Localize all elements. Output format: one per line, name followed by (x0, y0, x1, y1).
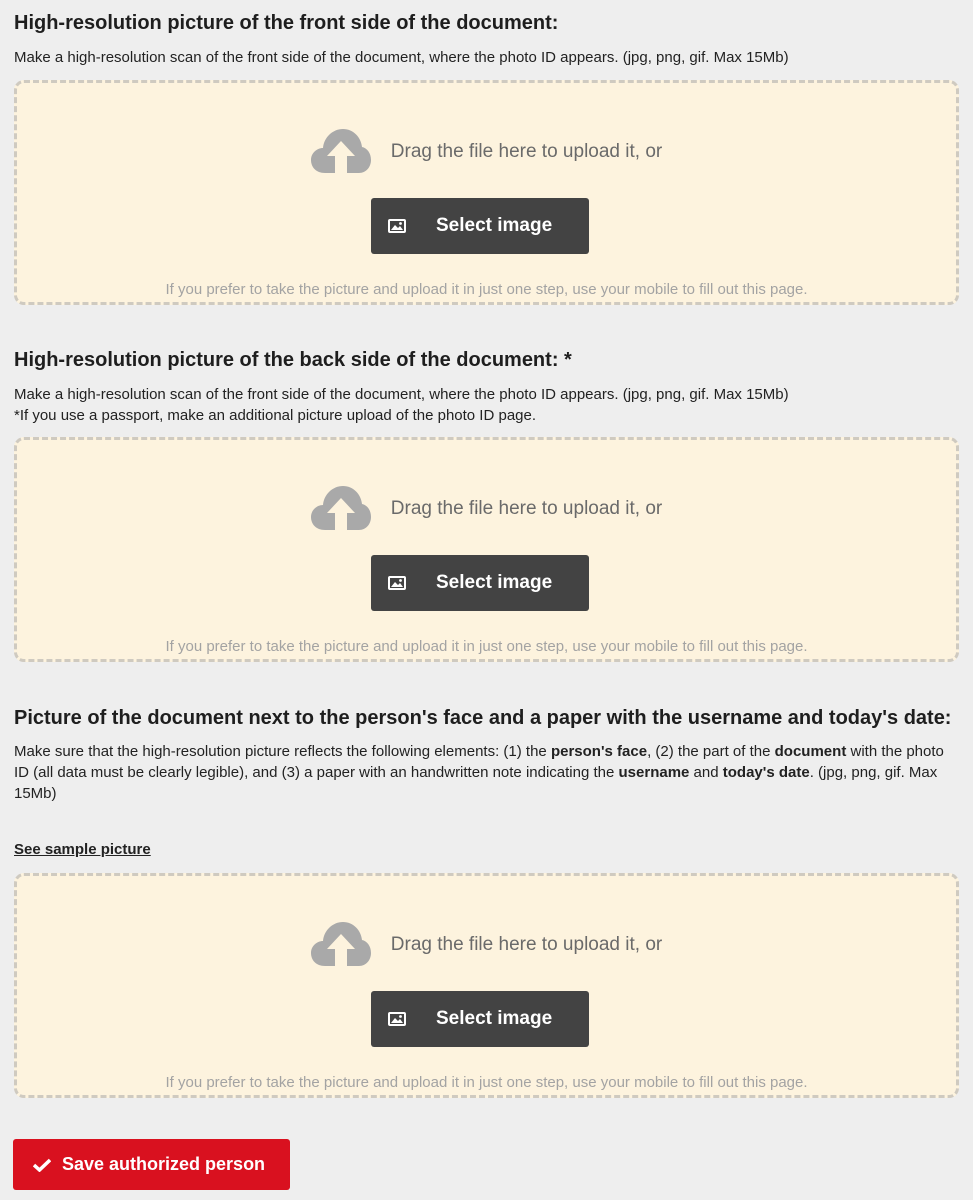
image-icon (388, 219, 406, 233)
cloud-upload-icon (310, 129, 371, 173)
mobile-hint: If you prefer to take the picture and up… (165, 281, 808, 298)
cloud-upload-icon (310, 922, 371, 966)
back-side-description: Make a high-resolution scan of the front… (14, 386, 789, 403)
dropzone-prompt: Drag the file here to upload it, or (17, 127, 956, 177)
mobile-hint: If you prefer to take the picture and up… (165, 638, 808, 655)
back-side-section: High-resolution picture of the back side… (14, 348, 959, 426)
front-side-section: High-resolution picture of the front sid… (14, 11, 959, 68)
face-document-description: Make sure that the high-resolution pictu… (14, 741, 959, 804)
front-side-dropzone[interactable]: Drag the file here to upload it, or Sele… (14, 80, 959, 305)
cloud-upload-icon (310, 486, 371, 530)
description-emphasis: person's face (550, 743, 648, 760)
front-side-title: High-resolution picture of the front sid… (14, 12, 559, 34)
check-icon (33, 1158, 51, 1172)
drag-text: Drag the file here to upload it, or (390, 934, 663, 955)
select-image-label: Select image (436, 215, 553, 236)
description-text: and (689, 764, 723, 781)
dropzone-prompt: Drag the file here to upload it, or (17, 920, 956, 970)
drag-text: Drag the file here to upload it, or (390, 141, 663, 162)
select-image-button[interactable]: Select image (371, 555, 589, 611)
select-image-label: Select image (436, 1008, 553, 1029)
see-sample-picture-link[interactable]: See sample picture (14, 841, 151, 858)
back-side-title: High-resolution picture of the back side… (14, 349, 572, 371)
description-emphasis: username (618, 764, 690, 781)
face-document-dropzone[interactable]: Drag the file here to upload it, or Sele… (14, 873, 959, 1098)
front-side-description: Make a high-resolution scan of the front… (14, 49, 789, 66)
face-document-title: Picture of the document next to the pers… (14, 707, 952, 729)
upload-documents-page: High-resolution picture of the front sid… (0, 0, 973, 1200)
save-label: Save authorized person (62, 1154, 266, 1174)
back-side-dropzone[interactable]: Drag the file here to upload it, or Sele… (14, 437, 959, 662)
select-image-label: Select image (436, 572, 553, 593)
drag-text: Drag the file here to upload it, or (390, 498, 663, 519)
description-text: , (2) the part of the (647, 743, 775, 760)
passport-note: *If you use a passport, make an addition… (14, 407, 537, 424)
image-icon (388, 576, 406, 590)
description-text: Make sure that the high-resolution pictu… (14, 743, 551, 760)
face-document-section: Picture of the document next to the pers… (14, 706, 959, 804)
dropzone-prompt: Drag the file here to upload it, or (17, 484, 956, 534)
description-emphasis: document (774, 743, 847, 760)
select-image-button[interactable]: Select image (371, 198, 589, 254)
description-emphasis: today's date (722, 764, 810, 781)
mobile-hint: If you prefer to take the picture and up… (165, 1074, 808, 1091)
select-image-button[interactable]: Select image (371, 991, 589, 1047)
image-icon (388, 1012, 406, 1026)
save-authorized-person-button[interactable]: Save authorized person (13, 1139, 290, 1190)
